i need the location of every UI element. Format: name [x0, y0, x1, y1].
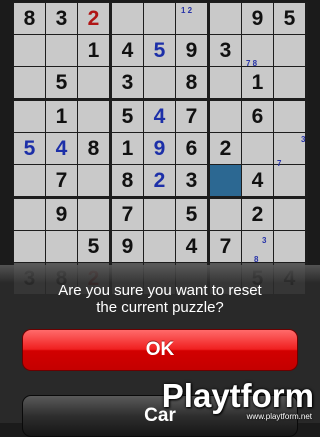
grid-cell[interactable] [274, 101, 305, 132]
grid-cell[interactable] [14, 165, 45, 196]
ok-button-label: OK [145, 339, 175, 360]
grid-cell[interactable] [78, 199, 109, 230]
grid-cell[interactable]: 5 [78, 231, 109, 262]
grid-cell[interactable]: 2 [210, 133, 241, 164]
grid-cell[interactable]: 5 [46, 67, 77, 98]
grid-cell[interactable] [210, 3, 241, 34]
cancel-button[interactable]: Car [22, 395, 298, 437]
grid-cell[interactable]: 2 [78, 3, 109, 34]
grid-cell[interactable] [274, 165, 305, 196]
ok-button[interactable]: OK [22, 329, 298, 371]
dialog-message: Are you sure you want to reset the curre… [0, 282, 320, 316]
cancel-button-label: Car [144, 405, 176, 426]
dialog-gloss [0, 265, 320, 283]
dialog-message-line1: Are you sure you want to reset [58, 282, 262, 299]
grid-cell[interactable] [14, 231, 45, 262]
grid-cell[interactable]: 6 [242, 101, 273, 132]
grid-cell[interactable]: 9 [46, 199, 77, 230]
grid-cell[interactable]: 9 [176, 35, 207, 66]
grid-cell[interactable]: 3 [176, 165, 207, 196]
grid-cell[interactable] [274, 67, 305, 98]
grid-cell[interactable]: 8 [14, 3, 45, 34]
grid-cell[interactable] [274, 35, 305, 66]
grid-cell[interactable] [78, 101, 109, 132]
grid-cell[interactable]: 4 [242, 165, 273, 196]
grid-cell[interactable]: 7 [176, 101, 207, 132]
pencil-mark: 3 [262, 236, 267, 245]
grid-cell[interactable]: 5 [112, 101, 143, 132]
dialog-message-line2: the current puzzle? [96, 299, 224, 316]
grid-cell[interactable] [78, 67, 109, 98]
grid-cell[interactable]: 4 [112, 35, 143, 66]
grid-cell[interactable]: 7 [210, 231, 241, 262]
grid-cell[interactable] [210, 67, 241, 98]
grid-cell[interactable]: 9 [242, 3, 273, 34]
grid-cell[interactable]: 1 [46, 101, 77, 132]
pencil-mark: 1 2 [181, 6, 193, 15]
grid-cell[interactable]: 9 [112, 231, 143, 262]
grid-cell[interactable] [274, 199, 305, 230]
grid-cell[interactable] [210, 165, 241, 196]
grid-cell[interactable]: 5 [176, 199, 207, 230]
grid-cell[interactable] [144, 199, 175, 230]
pencil-mark: 3 [301, 135, 306, 144]
grid-cell[interactable] [14, 101, 45, 132]
grid-cell[interactable] [78, 165, 109, 196]
grid-cell[interactable] [14, 35, 45, 66]
grid-cell[interactable]: 7 [46, 165, 77, 196]
pencil-mark: 8 [254, 255, 259, 264]
grid-cell[interactable] [242, 133, 273, 164]
grid-cell[interactable]: 3 [210, 35, 241, 66]
pencil-mark: 7 [277, 159, 282, 168]
grid-cell[interactable]: 2 [242, 199, 273, 230]
grid-cell[interactable]: 5 [274, 3, 305, 34]
grid-cell[interactable]: 1 [112, 133, 143, 164]
grid-cell[interactable] [112, 3, 143, 34]
grid-cell[interactable]: 8 [176, 67, 207, 98]
grid-cell[interactable] [14, 67, 45, 98]
grid-cell[interactable] [144, 3, 175, 34]
grid-cell[interactable]: 4 [176, 231, 207, 262]
pencil-mark: 7 8 [246, 59, 258, 68]
grid-cell[interactable]: 4 [46, 133, 77, 164]
grid-cell[interactable] [144, 67, 175, 98]
grid-cell[interactable] [14, 199, 45, 230]
grid-cell[interactable]: 5 [14, 133, 45, 164]
sudoku-grid: 8329514593538115476548196278234975259473… [13, 2, 308, 298]
grid-cell[interactable] [46, 231, 77, 262]
grid-cell[interactable]: 1 [78, 35, 109, 66]
grid-cell[interactable] [210, 101, 241, 132]
grid-cell[interactable] [46, 35, 77, 66]
grid-cell[interactable]: 5 [144, 35, 175, 66]
grid-cell[interactable]: 2 [144, 165, 175, 196]
grid-cell[interactable] [274, 231, 305, 262]
grid-cell[interactable] [210, 199, 241, 230]
grid-cell[interactable]: 8 [78, 133, 109, 164]
grid-cell[interactable]: 8 [112, 165, 143, 196]
grid-cell[interactable]: 3 [112, 67, 143, 98]
grid-cell[interactable]: 7 [112, 199, 143, 230]
grid-cell[interactable]: 9 [144, 133, 175, 164]
grid-cell[interactable] [144, 231, 175, 262]
grid-cell[interactable]: 6 [176, 133, 207, 164]
grid-cell[interactable]: 3 [46, 3, 77, 34]
grid-cell[interactable]: 1 [242, 67, 273, 98]
grid-cell[interactable]: 4 [144, 101, 175, 132]
